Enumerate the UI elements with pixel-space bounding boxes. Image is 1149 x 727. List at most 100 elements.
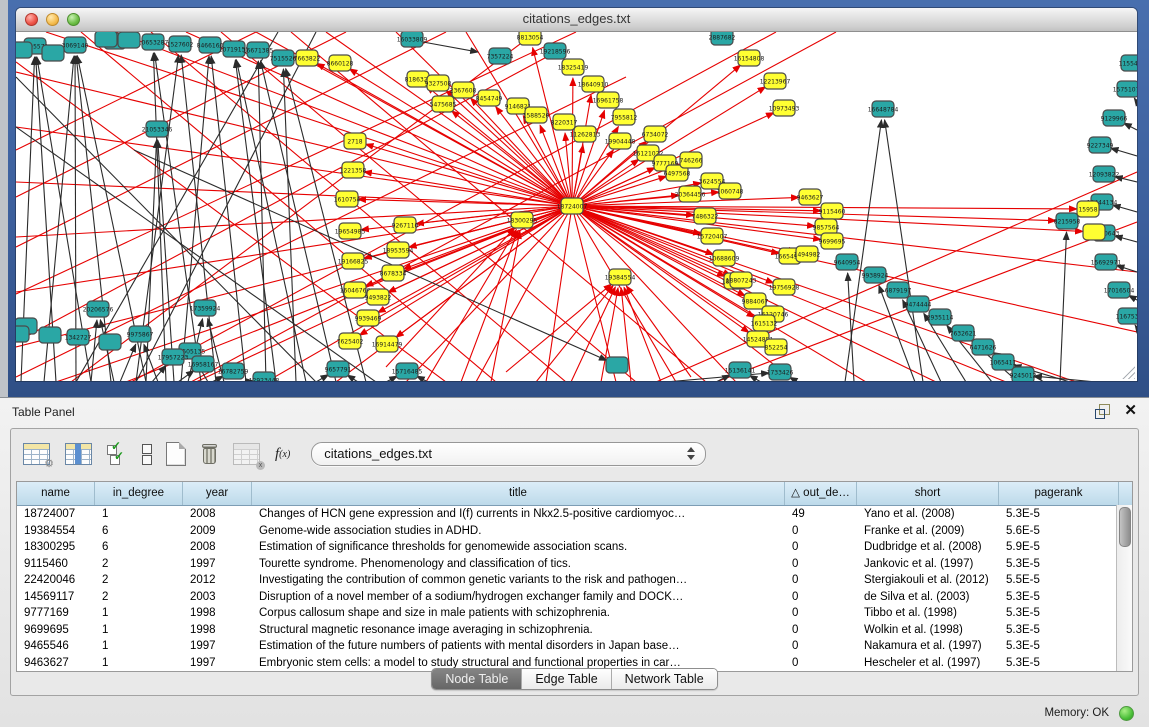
column-header-title[interactable]: title bbox=[252, 482, 785, 505]
network-edge[interactable] bbox=[406, 206, 572, 381]
network-node[interactable] bbox=[99, 334, 121, 350]
delete-button[interactable] bbox=[201, 443, 218, 465]
network-edge[interactable] bbox=[120, 344, 136, 381]
table-row[interactable]: 1872400712008Changes of HCN gene express… bbox=[17, 506, 1132, 523]
network-node-label: 12093822 bbox=[1089, 172, 1120, 179]
column-header-pagerank[interactable]: pagerank bbox=[999, 482, 1119, 505]
table-row[interactable]: 946554611997Estimation of the future num… bbox=[17, 638, 1132, 655]
network-edge[interactable] bbox=[1135, 325, 1137, 328]
network-edge[interactable] bbox=[546, 206, 572, 381]
network-edge[interactable] bbox=[1111, 148, 1137, 156]
network-node-label: 17359924 bbox=[190, 306, 221, 313]
vertical-scrollbar[interactable] bbox=[1116, 505, 1132, 671]
network-window-titlebar[interactable]: citations_edges.txt bbox=[16, 8, 1137, 32]
table-row[interactable]: 969969511998Structural magnetic resonanc… bbox=[17, 622, 1132, 639]
column-header-short[interactable]: short bbox=[857, 482, 999, 505]
table-cell: Wolkin et al. (1998) bbox=[857, 622, 999, 639]
select-rows-button[interactable]: ✓✓ bbox=[107, 443, 127, 465]
column-header-name[interactable]: name bbox=[17, 482, 95, 505]
delete-table-button-disabled: x bbox=[233, 443, 260, 465]
tab-node-table[interactable]: Node Table bbox=[432, 669, 522, 689]
network-node-label: 9493822 bbox=[365, 295, 392, 302]
table-row[interactable]: 1938455462009Genome-wide association stu… bbox=[17, 523, 1132, 540]
network-node-label: 11262813 bbox=[570, 132, 601, 139]
table-cell: 5.3E-5 bbox=[999, 589, 1119, 606]
scrollbar-thumb[interactable] bbox=[1119, 507, 1131, 547]
network-edge[interactable] bbox=[76, 32, 278, 381]
network-node-label: 9884067 bbox=[742, 299, 769, 306]
new-table-button[interactable] bbox=[166, 442, 186, 466]
network-edge[interactable] bbox=[845, 120, 881, 381]
network-edge[interactable] bbox=[417, 376, 428, 381]
table-cell: 9465546 bbox=[17, 638, 95, 655]
network-edge[interactable] bbox=[181, 56, 209, 381]
table-cell: 0 bbox=[785, 572, 857, 589]
float-panel-icon[interactable] bbox=[1095, 404, 1110, 418]
network-node[interactable] bbox=[42, 45, 64, 61]
close-panel-icon[interactable]: ✕ bbox=[1124, 404, 1137, 418]
network-node-label: 16033809 bbox=[397, 37, 428, 44]
network-edge[interactable] bbox=[750, 375, 761, 381]
network-edge[interactable] bbox=[178, 370, 194, 381]
table-row[interactable]: 1830029562008Estimation of significance … bbox=[17, 539, 1132, 556]
show-columns-button[interactable] bbox=[65, 443, 92, 465]
network-canvas[interactable]: 9405571306914010653287152760284661601071… bbox=[16, 32, 1137, 381]
table-cell: 5.3E-5 bbox=[999, 638, 1119, 655]
network-edge[interactable] bbox=[423, 42, 478, 52]
tab-network-table[interactable]: Network Table bbox=[612, 669, 717, 689]
network-edge[interactable] bbox=[212, 376, 223, 381]
network-node[interactable] bbox=[1083, 224, 1105, 240]
network-edge[interactable] bbox=[885, 120, 923, 381]
network-node[interactable] bbox=[95, 32, 117, 47]
network-edge[interactable] bbox=[386, 376, 397, 381]
table-selector-dropdown[interactable]: citations_edges.txt bbox=[311, 442, 706, 466]
table-row[interactable]: 2242004622012Investigating the contribut… bbox=[17, 572, 1132, 589]
table-cell: Nakamura et al. (1997) bbox=[857, 638, 999, 655]
table-options-button[interactable]: ⚙ bbox=[23, 443, 50, 465]
minimize-window-button[interactable] bbox=[46, 13, 59, 26]
network-node[interactable] bbox=[16, 326, 29, 342]
zoom-window-button[interactable] bbox=[67, 13, 80, 26]
network-node-label: 16648784 bbox=[868, 107, 899, 114]
network-edge[interactable] bbox=[258, 61, 266, 381]
gear-icon: ⚙ bbox=[44, 457, 54, 470]
network-edge[interactable] bbox=[1134, 98, 1137, 102]
network-node-label: 1221358 bbox=[340, 168, 367, 175]
table-cell: 1997 bbox=[183, 638, 252, 655]
network-node-label: 16154808 bbox=[734, 56, 765, 63]
network-node[interactable] bbox=[16, 42, 32, 58]
tab-edge-table[interactable]: Edge Table bbox=[522, 669, 611, 689]
table-row[interactable]: 1456911722003Disruption of a novel membe… bbox=[17, 589, 1132, 606]
network-node-label: 16671385 bbox=[243, 48, 274, 55]
network-edge[interactable] bbox=[152, 365, 166, 381]
network-node[interactable] bbox=[39, 327, 61, 343]
column-header-in_degree[interactable]: in_degree bbox=[95, 482, 183, 505]
table-cell: Genome-wide association studies in ADHD. bbox=[252, 523, 785, 540]
network-edge[interactable] bbox=[1124, 123, 1137, 130]
network-node-label: 19166825 bbox=[338, 259, 369, 266]
network-node-label: 1610754 bbox=[334, 197, 361, 204]
network-edge[interactable] bbox=[1060, 232, 1067, 381]
table-toolbar: ⚙ ✓✓ bbox=[11, 429, 706, 479]
network-edge[interactable] bbox=[491, 231, 520, 381]
column-header-out_de[interactable]: △ out_de… bbox=[785, 482, 857, 505]
close-window-button[interactable] bbox=[25, 13, 38, 26]
row-height-button[interactable] bbox=[142, 443, 151, 465]
table-row[interactable]: 977716911998Corpus callosum shape and si… bbox=[17, 605, 1132, 622]
network-edge[interactable] bbox=[16, 206, 572, 292]
network-node[interactable] bbox=[606, 357, 628, 373]
network-edge[interactable] bbox=[186, 32, 572, 206]
network-graph[interactable]: 9405571306914010653287152760284661601071… bbox=[16, 32, 1137, 381]
network-edge[interactable] bbox=[347, 375, 358, 381]
network-edge[interactable] bbox=[572, 206, 676, 381]
network-edge[interactable] bbox=[283, 69, 296, 381]
function-builder-button[interactable]: f(x) bbox=[275, 446, 290, 463]
column-select-icon bbox=[65, 443, 92, 465]
table-cell: Changes of HCN gene expression and I(f) … bbox=[252, 506, 785, 523]
network-edge[interactable] bbox=[16, 32, 446, 247]
memory-status-icon[interactable] bbox=[1119, 706, 1134, 721]
network-edge[interactable] bbox=[316, 375, 329, 381]
column-header-year[interactable]: year bbox=[183, 482, 252, 505]
table-row[interactable]: 911546021997Tourette syndrome. Phenomeno… bbox=[17, 556, 1132, 573]
network-node[interactable] bbox=[118, 32, 140, 48]
